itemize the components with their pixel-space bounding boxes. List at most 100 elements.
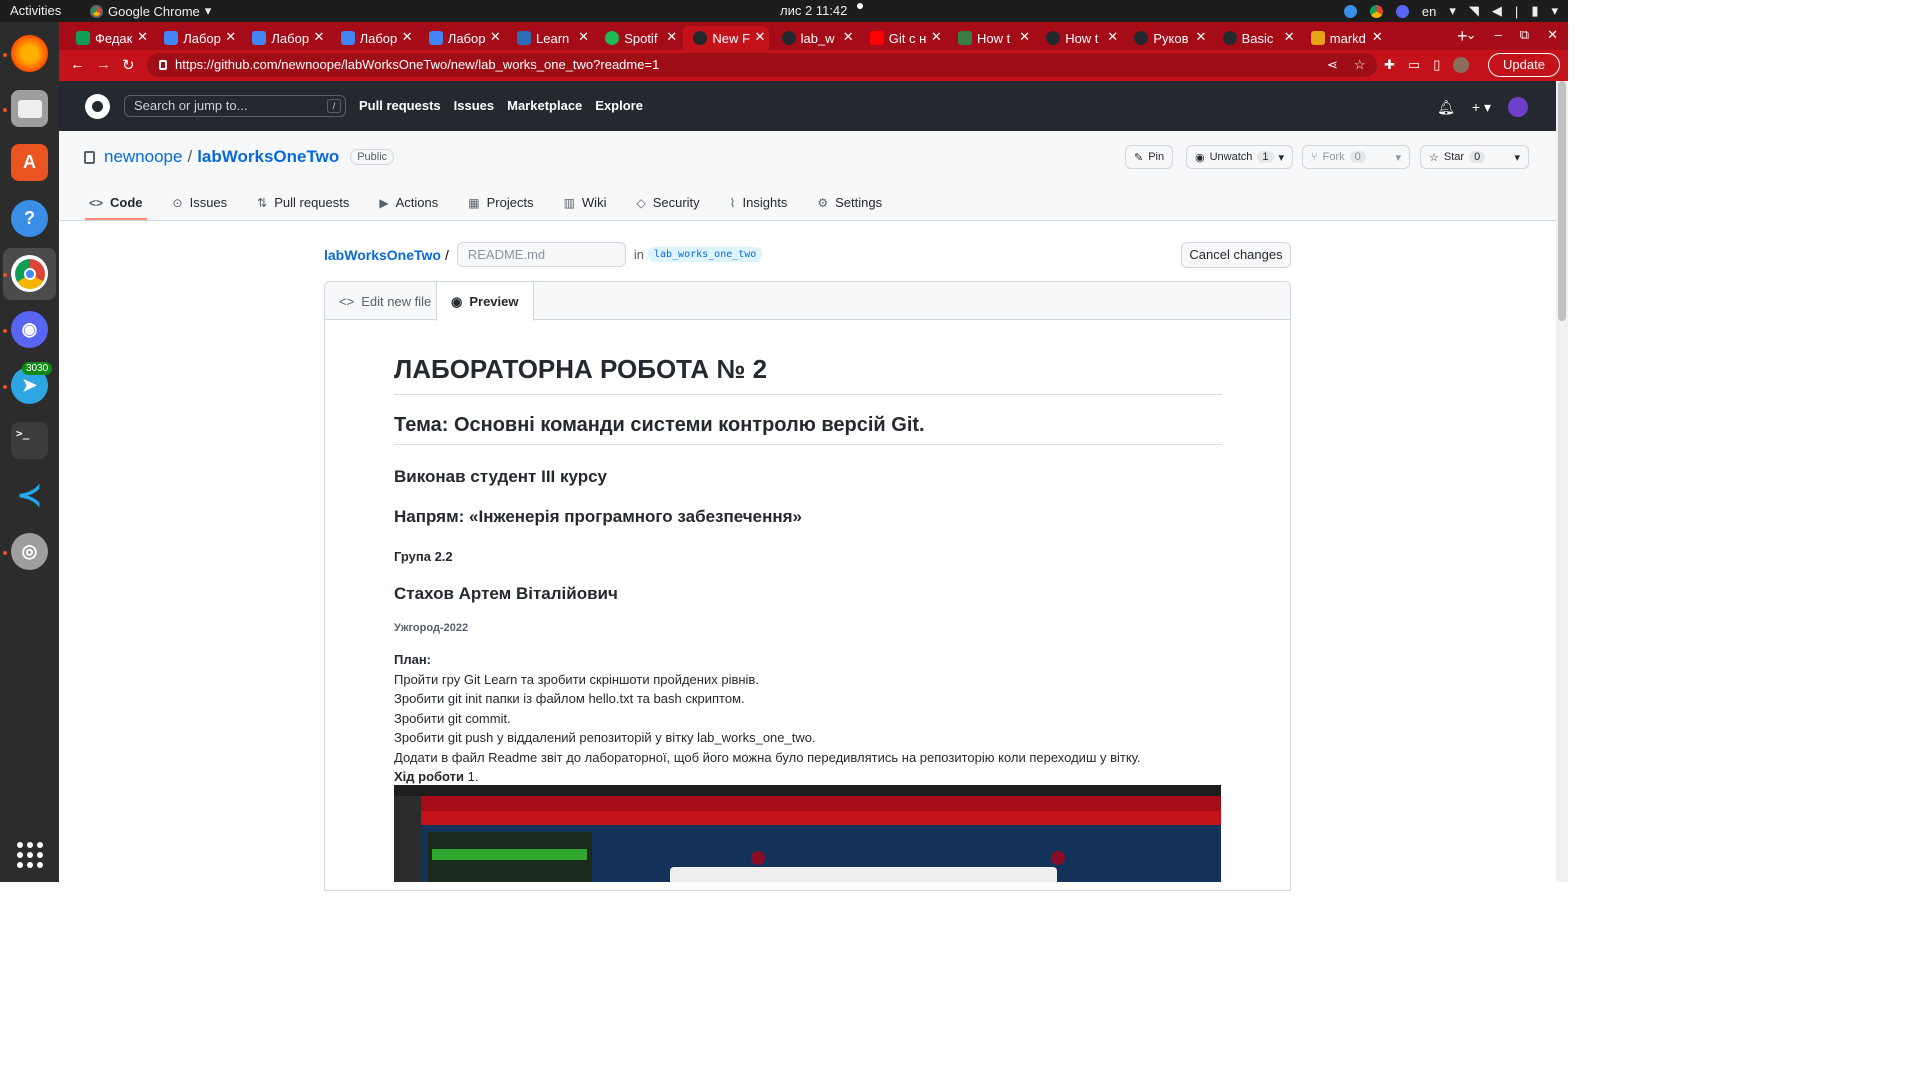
tab-code[interactable]: <> Code [89,195,143,210]
tab-security[interactable]: ◇ Security [636,195,699,210]
disk-icon[interactable]: ◎ [11,533,48,570]
tab-search-icon[interactable]: ⌄ [1466,27,1477,43]
browser-tab[interactable]: Федак ✕ [66,26,152,50]
close-icon[interactable]: ✕ [1372,29,1383,45]
profile-avatar[interactable] [1453,57,1470,73]
search-input[interactable]: Search or jump to... / [124,95,346,117]
lock-icon[interactable] [159,60,167,70]
minimize-icon[interactable]: – [1495,27,1502,43]
tab-pull-requests[interactable]: ⇅ Pull requests [257,195,349,210]
browser-tab[interactable]: Spotif ✕ [595,26,681,50]
browser-tab[interactable]: Лабор ✕ [154,26,240,50]
breadcrumb-repo-link[interactable]: labWorksOneTwo [324,247,441,263]
github-logo-icon[interactable] [85,94,110,119]
close-icon[interactable]: ✕ [402,29,413,45]
close-icon[interactable]: ✕ [666,29,677,45]
chevron-down-icon[interactable]: ▾ [1395,151,1401,164]
firefox-icon[interactable] [11,35,48,72]
browser-tab[interactable]: Basic ✕ [1213,26,1299,50]
terminal-icon[interactable]: >_ [11,422,48,459]
nav-pull-requests[interactable]: Pull requests [359,98,441,113]
files-icon[interactable] [11,90,48,127]
discord-tray-icon[interactable] [1395,4,1409,18]
nav-issues[interactable]: Issues [454,98,494,113]
star-icon: ☆ [1429,151,1439,164]
side-panel-icon[interactable]: ▯ [1433,57,1440,73]
chevron-down-icon[interactable]: ▾ [1514,151,1520,164]
extensions-puzzle-icon[interactable]: ✚ [1384,57,1395,73]
close-icon[interactable]: ✕ [1284,29,1295,45]
close-icon[interactable]: ✕ [931,29,942,45]
scrollbar-thumb[interactable] [1558,81,1566,321]
tab-settings[interactable]: ⚙ Settings [817,195,882,210]
discord-icon[interactable]: ◉ [11,311,48,348]
browser-tab[interactable]: Лабор ✕ [419,26,505,50]
tab-preview[interactable]: ◉ Preview [436,282,534,321]
browser-tab[interactable]: How t ✕ [1036,26,1122,50]
cancel-changes-button[interactable]: Cancel changes [1181,242,1291,268]
close-icon[interactable]: ✕ [490,29,501,45]
bell-icon[interactable]: 🔔︎ [1437,99,1455,116]
create-new-icon[interactable]: + ▾ [1472,99,1491,116]
close-icon[interactable]: ✕ [843,29,854,45]
tab-wiki[interactable]: ▥ Wiki [564,195,607,210]
page-scrollbar[interactable] [1556,81,1568,882]
reload-icon[interactable]: ↻ [122,56,135,74]
pin-button[interactable]: ✎ Pin [1125,145,1174,169]
share-icon[interactable]: ⋖ [1327,57,1338,73]
clock[interactable]: лис 2 11:42 [780,3,847,18]
back-icon[interactable]: ← [70,56,85,73]
tab-projects[interactable]: ▦ Projects [468,195,533,210]
close-icon[interactable]: ✕ [225,29,236,45]
close-icon[interactable]: ✕ [313,29,324,45]
browser-tab[interactable]: Learn ✕ [507,26,593,50]
help-icon[interactable]: ? [11,200,48,237]
close-icon[interactable]: ✕ [578,29,589,45]
browser-tab[interactable]: Лабор ✕ [331,26,417,50]
forward-icon[interactable]: → [96,56,111,73]
browser-tab[interactable]: Руков ✕ [1124,26,1210,50]
browser-tab[interactable]: New F ✕ [683,26,770,50]
browser-tab[interactable]: markd ✕ [1301,26,1387,50]
close-icon[interactable]: ✕ [1019,29,1030,45]
nav-marketplace[interactable]: Marketplace [507,98,582,113]
close-icon[interactable]: ✕ [754,29,765,45]
repo-name-link[interactable]: labWorksOneTwo [197,147,339,167]
close-icon[interactable]: ✕ [1107,29,1118,45]
filename-input[interactable]: README.md [456,242,626,267]
url-text[interactable]: https://github.com/newnoope/labWorksOneT… [175,57,659,72]
close-icon[interactable]: ✕ [1195,29,1206,45]
show-applications-icon[interactable] [17,842,43,868]
vscode-icon[interactable]: ≺ [11,477,48,514]
maximize-icon[interactable]: ⧉ [1520,27,1529,43]
tab-actions[interactable]: ▶ Actions [379,195,438,210]
software-center-icon[interactable]: A [11,144,48,181]
unwatch-button[interactable]: ◉ Unwatch 1 ▾ [1186,145,1294,169]
browser-tab[interactable]: Лабор ✕ [242,26,328,50]
chrome-update-button[interactable]: Update [1488,53,1560,77]
chrome-tray-icon[interactable] [1369,4,1383,18]
language-indicator[interactable]: en [1422,4,1436,19]
browser-tab[interactable]: How t ✕ [948,26,1034,50]
close-window-icon[interactable]: ✕ [1547,27,1558,43]
plan-paragraph: План: Пройти гру Git Learn та зробити ск… [394,650,1222,787]
system-tray[interactable]: en ▾ ◥ ◀ | ▮ ▾ [1343,3,1558,19]
app-menu[interactable]: Google Chrome ▾ [90,3,211,19]
chrome-icon[interactable] [11,255,48,292]
star-button[interactable]: ☆ Star 0 ▾ [1420,145,1529,169]
nav-explore[interactable]: Explore [595,98,643,113]
tab-edit-new-file[interactable]: <> Edit new file [325,282,445,320]
browser-tab[interactable]: lab_w ✕ [772,26,858,50]
address-bar[interactable]: https://github.com/newnoope/labWorksOneT… [147,53,1377,77]
tab-issues[interactable]: ⊙ Issues [173,195,228,210]
bookmark-star-icon[interactable]: ☆ [1354,57,1366,73]
activities-button[interactable]: Activities [10,3,61,18]
avatar[interactable] [1508,97,1528,117]
tab-insights[interactable]: ⌇ Insights [730,195,788,210]
repo-owner-link[interactable]: newnoope [104,147,182,167]
browser-tab[interactable]: Git с н ✕ [860,26,946,50]
close-icon[interactable]: ✕ [137,29,148,45]
fork-button[interactable]: ⑂ Fork 0 ▾ [1302,145,1410,169]
app-indicator-icon[interactable] [1343,4,1357,18]
cast-icon[interactable]: ▭ [1408,57,1420,73]
